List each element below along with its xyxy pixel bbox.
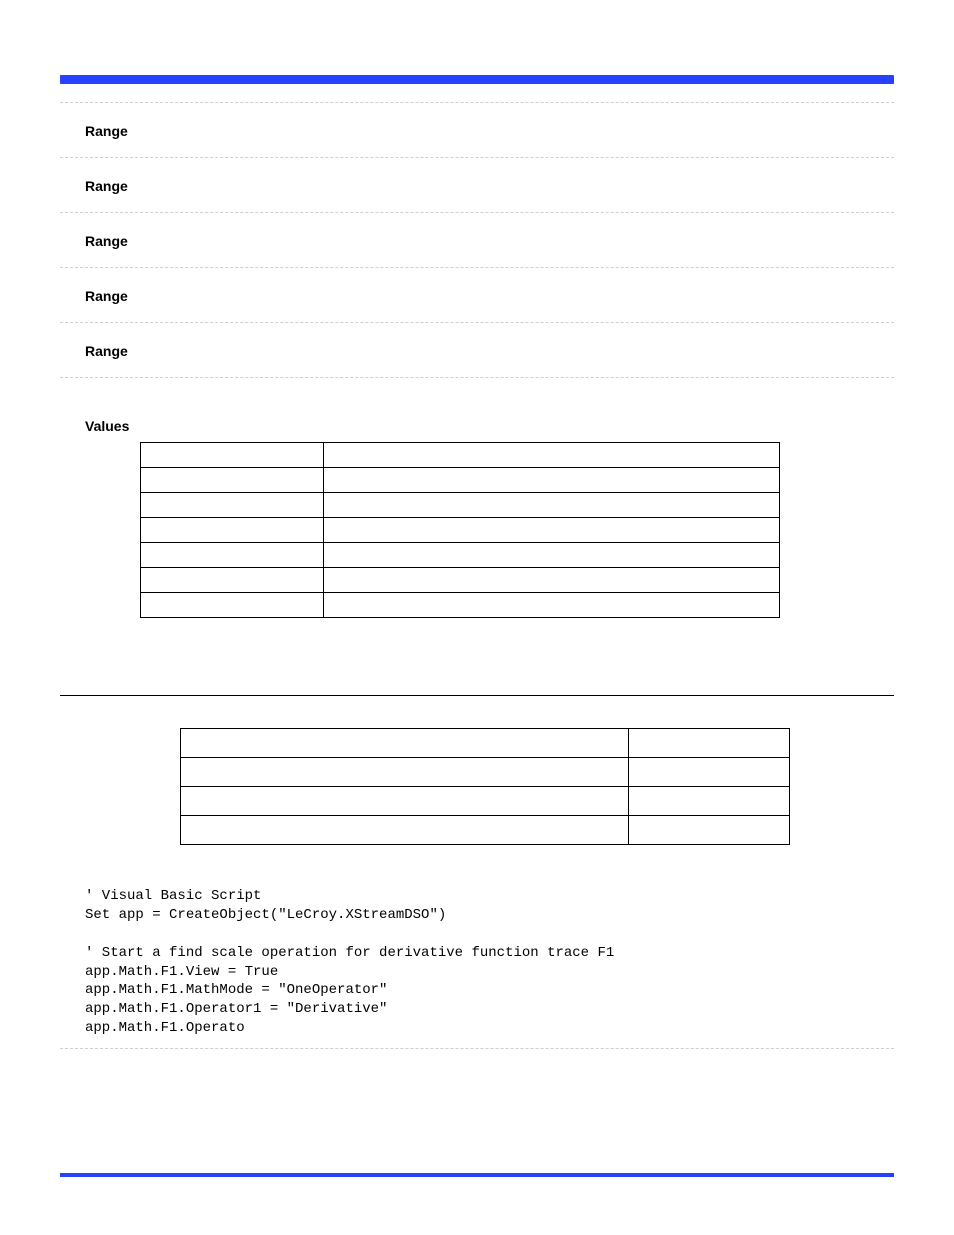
table-cell: [324, 468, 780, 493]
section-header: [60, 673, 894, 696]
table-row: [141, 468, 780, 493]
table-row: [181, 758, 790, 787]
table-row: [141, 518, 780, 543]
separator: [60, 157, 894, 158]
table-cell: [141, 443, 324, 468]
param-desc: [85, 253, 894, 267]
param-block: Range: [60, 123, 894, 157]
table-cell: [628, 758, 789, 787]
table-cell: [628, 787, 789, 816]
table-cell: [141, 468, 324, 493]
param-block: Range: [60, 288, 894, 322]
param-desc: [85, 143, 894, 157]
table-cell: [628, 816, 789, 845]
table-cell: [324, 543, 780, 568]
header-row: [60, 84, 894, 102]
param-title: Range: [85, 123, 894, 141]
separator: [60, 1048, 894, 1049]
table-row: [181, 787, 790, 816]
param-title: Range: [85, 233, 894, 251]
table-cell: [181, 816, 629, 845]
param-desc: [85, 198, 894, 212]
table-row: [141, 543, 780, 568]
example-label: [85, 865, 894, 881]
param-title: Range: [85, 343, 894, 361]
code-block: ' Visual Basic Script Set app = CreateOb…: [85, 887, 894, 1038]
table-row: [141, 593, 780, 618]
param-title: Range: [85, 178, 894, 196]
table-cell: [181, 787, 629, 816]
separator: [60, 322, 894, 323]
section-path: [60, 702, 894, 716]
table-cell: [324, 493, 780, 518]
page: Range Range Range Range Range Values: [0, 0, 954, 1235]
table-cell: [324, 568, 780, 593]
param-block: Range: [60, 233, 894, 267]
param-block: Range: [60, 343, 894, 377]
table-cell: [324, 443, 780, 468]
table-cell: [181, 729, 629, 758]
table-cell: [141, 518, 324, 543]
table-cell: [141, 493, 324, 518]
table-cell: [141, 593, 324, 618]
table-cell: [628, 729, 789, 758]
table-row: [141, 493, 780, 518]
table-cell: [181, 758, 629, 787]
param-title: Range: [85, 288, 894, 306]
separator: [60, 102, 894, 103]
table-row: [141, 443, 780, 468]
table-cell: [141, 543, 324, 568]
separator: [60, 212, 894, 213]
param-block: Range: [60, 178, 894, 212]
attribute-table: [180, 728, 790, 845]
separator: [60, 267, 894, 268]
table-cell: [141, 568, 324, 593]
header-bar: [60, 75, 894, 84]
param-desc: [85, 308, 894, 322]
table-cell: [324, 518, 780, 543]
footer-bar: [60, 1173, 894, 1177]
table-row: [141, 568, 780, 593]
table-row: [181, 729, 790, 758]
table-row: [181, 816, 790, 845]
param-desc: [85, 363, 894, 377]
separator: [60, 377, 894, 378]
values-label: Values: [85, 418, 894, 434]
table-cell: [324, 593, 780, 618]
values-table: [140, 442, 780, 618]
